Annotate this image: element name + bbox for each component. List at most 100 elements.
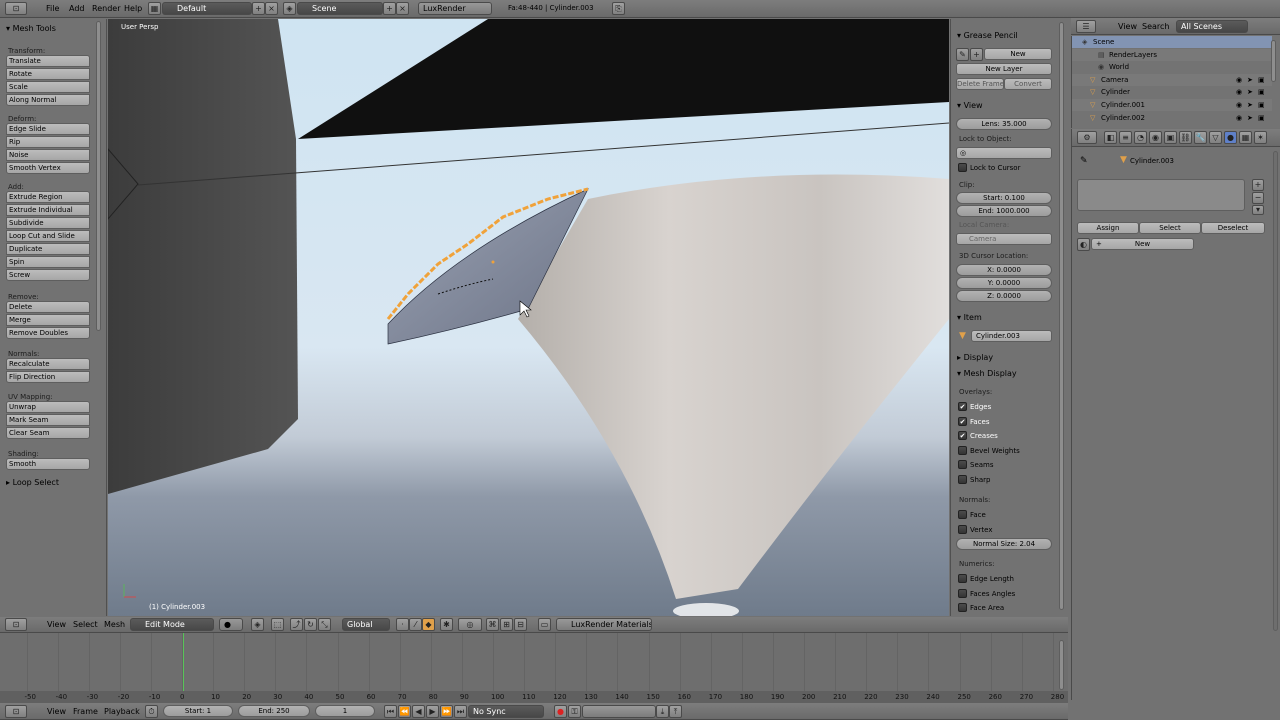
tool-button-edge-slide[interactable]: Edge Slide <box>6 123 90 135</box>
edge-select-icon[interactable]: ⁄ <box>409 618 422 631</box>
new-material-button[interactable]: + New <box>1091 238 1194 250</box>
checkbox-faces-angles[interactable] <box>958 588 967 598</box>
screen-layout-icon[interactable]: ▦ <box>148 2 161 15</box>
tool-button-translate[interactable]: Translate <box>6 55 90 67</box>
scale-icon[interactable]: ⤡ <box>318 618 331 631</box>
vertex-select-icon[interactable]: · <box>396 618 409 631</box>
item-panel-header[interactable]: ▾ Item <box>957 313 982 322</box>
checkbox-edges[interactable]: ✔ <box>958 402 967 411</box>
tool-button-remove-doubles[interactable]: Remove Doubles <box>6 327 90 339</box>
tool-button-clear-seam[interactable]: Clear Seam <box>6 427 90 439</box>
screen-layout-field[interactable]: Default <box>162 2 252 15</box>
tool-button-recalculate[interactable]: Recalculate <box>6 358 90 370</box>
sync-select[interactable]: No Sync <box>468 705 544 718</box>
modifiers-tab-icon[interactable]: 🔧 <box>1194 131 1207 144</box>
rotate-icon[interactable]: ↻ <box>304 618 317 631</box>
screen-add-icon[interactable]: + <box>252 2 265 15</box>
viewport-scene[interactable] <box>108 19 949 616</box>
display-panel-header[interactable]: ▸ Display <box>957 353 993 362</box>
viewport-menu-view[interactable]: View <box>47 620 66 629</box>
cursor-select-icon[interactable]: ➤ <box>1247 99 1253 111</box>
tool-button-loop-cut-and-slide[interactable]: Loop Cut and Slide <box>6 230 90 242</box>
render-visibility-icon[interactable]: ▣ <box>1258 74 1265 86</box>
slot-menu-icon[interactable]: ▾ <box>1252 205 1264 215</box>
proportional-edit-icon[interactable]: ◎ <box>458 618 482 631</box>
gp-new-button[interactable]: New <box>984 48 1052 60</box>
loop-select-panel[interactable]: ▸ Loop Select <box>6 478 59 487</box>
tool-button-smooth[interactable]: Smooth <box>6 458 90 470</box>
current-frame-field[interactable]: 1 <box>315 705 375 717</box>
eye-icon[interactable]: ◉ <box>1236 112 1242 124</box>
limit-selection-icon[interactable]: ✱ <box>440 618 453 631</box>
tool-button-delete[interactable]: Delete <box>6 301 90 313</box>
tool-button-subdivide[interactable]: Subdivide <box>6 217 90 229</box>
cursor-y-field[interactable]: Y: 0.0000 <box>956 277 1052 289</box>
record-icon[interactable]: ● <box>554 705 567 718</box>
checkbox-face[interactable] <box>958 510 967 519</box>
render-visibility-icon[interactable]: ▣ <box>1258 112 1265 124</box>
properties-shelf-scrollbar[interactable] <box>1059 22 1064 610</box>
world-tab-icon[interactable]: ◉ <box>1149 131 1162 144</box>
outliner-item[interactable]: ▤ RenderLayers <box>1072 48 1272 61</box>
tool-button-extrude-region[interactable]: Extrude Region <box>6 191 90 203</box>
data-tab-icon[interactable]: ▽ <box>1209 131 1222 144</box>
select-button[interactable]: Select <box>1139 222 1201 234</box>
local-camera-field[interactable]: Camera <box>956 233 1052 245</box>
snap-icon[interactable]: ⌘ <box>486 618 499 631</box>
eye-icon[interactable]: ◉ <box>1236 74 1242 86</box>
mesh-tools-header[interactable]: ▾ Mesh Tools <box>6 24 56 33</box>
checkbox-bevel-weights[interactable] <box>958 445 967 455</box>
clip-end-field[interactable]: End: 1000.000 <box>956 205 1052 217</box>
outliner-menu-view[interactable]: View <box>1118 22 1137 31</box>
outliner-item[interactable]: ◈ Scene <box>1072 36 1272 48</box>
cursor-select-icon[interactable]: ➤ <box>1247 74 1253 86</box>
eye-icon[interactable]: ◉ <box>1236 86 1242 98</box>
viewport-menu-select[interactable]: Select <box>73 620 98 629</box>
lens-field[interactable]: Lens: 35.000 <box>956 118 1052 130</box>
outliner-editor-icon[interactable]: ☰ <box>1076 20 1096 33</box>
orientation-select[interactable]: Global <box>342 618 390 631</box>
tool-button-duplicate[interactable]: Duplicate <box>6 243 90 255</box>
cursor-x-field[interactable]: X: 0.0000 <box>956 264 1052 276</box>
scene-tab-icon[interactable]: ◔ <box>1134 131 1147 144</box>
cursor-z-field[interactable]: Z: 0.0000 <box>956 290 1052 302</box>
grease-pencil-header[interactable]: ▾ Grease Pencil <box>957 31 1018 40</box>
delete-frame-button[interactable]: Delete Frame <box>956 78 1004 90</box>
translate-icon[interactable]: ⤴ <box>290 618 303 631</box>
constraints-tab-icon[interactable]: ⛓ <box>1179 131 1192 144</box>
scene-close-icon[interactable]: × <box>396 2 409 15</box>
checkbox-faces[interactable]: ✔ <box>958 416 967 426</box>
checkbox-creases[interactable]: ✔ <box>958 431 967 441</box>
checkbox-sharp[interactable] <box>958 475 967 484</box>
material-tab-icon[interactable]: ● <box>1224 131 1237 144</box>
cursor-select-icon[interactable]: ➤ <box>1247 86 1253 98</box>
eye-icon[interactable]: ◉ <box>1236 99 1242 111</box>
outliner-filter-select[interactable]: All Scenes <box>1176 20 1248 33</box>
deselect-button[interactable]: Deselect <box>1201 222 1265 234</box>
outliner-menu-search[interactable]: Search <box>1142 22 1169 31</box>
next-key-icon[interactable]: ⏩ <box>440 705 453 718</box>
checkbox-edge-length[interactable] <box>958 574 967 583</box>
face-select-icon[interactable]: ◆ <box>422 618 435 631</box>
lock-object-field[interactable]: ◎ <box>956 147 1052 159</box>
tool-button-scale[interactable]: Scale <box>6 81 90 93</box>
view-panel-header[interactable]: ▾ View <box>957 101 983 110</box>
gp-add-icon[interactable]: + <box>970 48 983 61</box>
tool-button-screw[interactable]: Screw <box>6 269 90 281</box>
particles-tab-icon[interactable]: ✶ <box>1254 131 1267 144</box>
tool-button-along-normal[interactable]: Along Normal <box>6 94 90 106</box>
outliner-item[interactable]: ▽ Cylinder.002 ◉ ➤ ▣ <box>1072 112 1272 124</box>
checkbox-seams[interactable] <box>958 460 967 470</box>
item-name-field[interactable]: Cylinder.003 <box>971 330 1052 342</box>
properties-scrollbar[interactable] <box>1273 151 1278 631</box>
tool-button-smooth-vertex[interactable]: Smooth Vertex <box>6 162 90 174</box>
play-icon[interactable]: ▶ <box>426 705 439 718</box>
slot-remove-icon[interactable]: − <box>1252 192 1264 204</box>
tool-button-rotate[interactable]: Rotate <box>6 68 90 80</box>
shading-select[interactable]: ● <box>219 618 243 631</box>
render-tab-icon[interactable]: ◧ <box>1104 131 1117 144</box>
menu-help[interactable]: Help <box>124 4 142 13</box>
texture-tab-icon[interactable]: ▦ <box>1239 131 1252 144</box>
material-slot-list[interactable] <box>1077 179 1245 211</box>
tool-button-flip-direction[interactable]: Flip Direction <box>6 371 90 383</box>
